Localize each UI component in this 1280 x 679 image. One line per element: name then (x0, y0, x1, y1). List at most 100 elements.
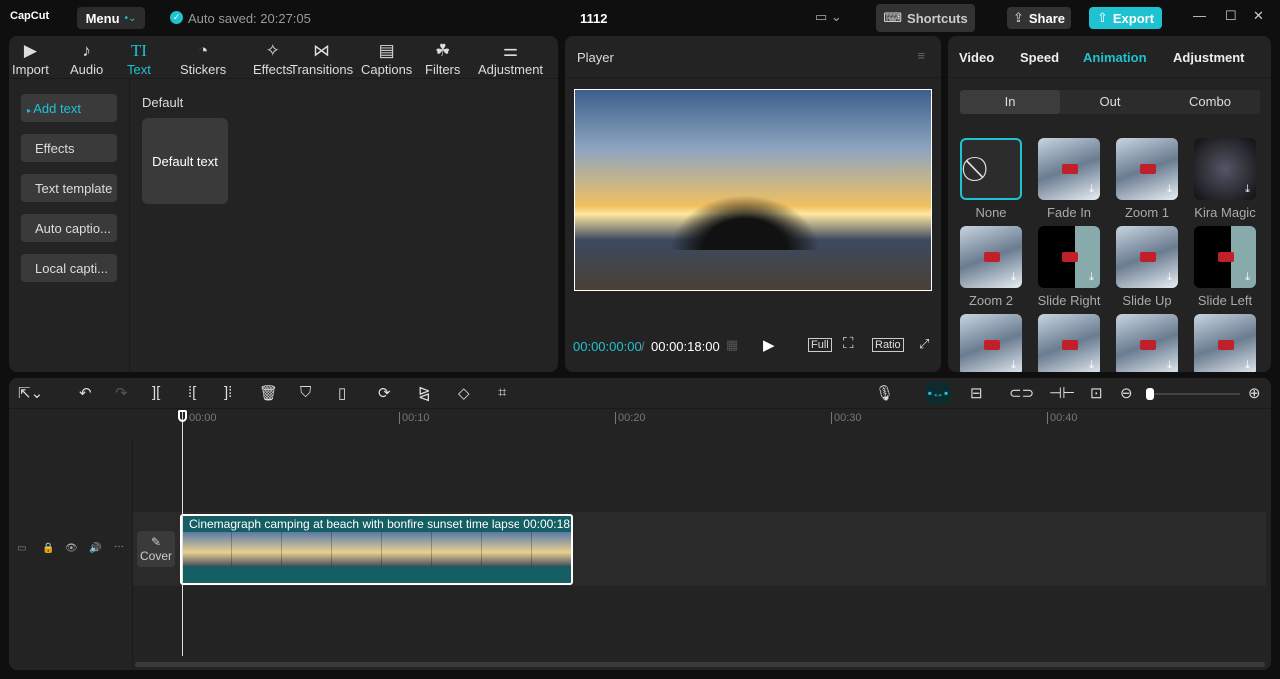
export-button[interactable]: ⇧ Export (1089, 7, 1162, 29)
track-visibility-icon[interactable]: 👁 (65, 543, 78, 554)
tab-speed[interactable]: Speed (1020, 50, 1059, 65)
microphone-icon[interactable]: 🎙 (875, 384, 894, 402)
animation-preset[interactable]: ⤓ (1194, 314, 1256, 372)
playhead-handle[interactable] (178, 410, 187, 422)
animation-fade-in[interactable]: ⤓ (1038, 138, 1100, 200)
main-track-magnet-icon[interactable]: ▪↔▪ (926, 382, 950, 404)
split-right-icon[interactable]: ]⁞ (224, 384, 232, 401)
tab-stickers[interactable]: ◔ Stickers (180, 40, 226, 77)
anim-tab-in[interactable]: In (960, 90, 1060, 114)
zoom-fit-timeline-icon[interactable]: ⊡ (1090, 384, 1103, 402)
tab-adjustment[interactable]: Adjustment (1173, 50, 1245, 65)
tab-label: Audio (70, 62, 104, 77)
sidebar-item[interactable]: Auto captio... (21, 214, 117, 242)
zoom-slider-handle[interactable] (1146, 388, 1154, 400)
animation-kira-magic[interactable]: ⤓ (1194, 138, 1256, 200)
shortcuts-button[interactable]: ⌨ Shortcuts (876, 4, 975, 32)
video-preview[interactable] (574, 89, 932, 291)
clip-duration: 00:00:18 (519, 517, 571, 531)
animation-slide-up[interactable]: ⤓ (1116, 226, 1178, 288)
sidebar-item[interactable]: Text template (21, 174, 117, 202)
tab-import[interactable]: ▶ Import (12, 40, 49, 77)
zoom-out-icon[interactable]: ⊖ (1120, 384, 1133, 402)
layout-icon[interactable]: ▭ ⌄ (815, 9, 842, 25)
fullscreen-icon[interactable]: ⤢ (919, 336, 929, 352)
tab-animation[interactable]: Animation (1083, 50, 1147, 65)
animation-preset[interactable]: ⤓ (1116, 314, 1178, 372)
marker-icon[interactable]: ⛉ (300, 384, 311, 401)
video-clip[interactable]: Cinemagraph camping at beach with bonfir… (180, 514, 573, 585)
zoom-fit-icon[interactable]: ⛶ (843, 335, 854, 352)
animation-slide-left[interactable]: ⤓ (1194, 226, 1256, 288)
track-audio-icon[interactable]: 🔊 (89, 543, 101, 554)
track-video-icon[interactable]: ▭ (17, 543, 26, 554)
redo-icon[interactable]: ↷ (115, 384, 128, 402)
animation-label: Slide Left (1197, 293, 1253, 308)
playhead[interactable] (182, 412, 183, 656)
time-tick: 00:20 (615, 412, 646, 424)
player-menu-icon[interactable]: ≡ (917, 48, 925, 63)
snap-icon[interactable]: ⊟ (970, 384, 983, 402)
animation-none[interactable]: ⃠ (960, 138, 1022, 200)
tab-video[interactable]: Video (959, 50, 994, 65)
close-button[interactable]: ✕ (1253, 8, 1264, 24)
sidebar-item[interactable]: Effects (21, 134, 117, 162)
sidebar-item-label: Add text (33, 101, 81, 116)
full-button[interactable]: Full (808, 338, 832, 352)
crop-icon[interactable]: ⌗ (498, 384, 506, 401)
zoom-slider[interactable] (1146, 388, 1240, 400)
horizontal-scrollbar[interactable] (135, 662, 1265, 667)
tab-label: Effects (253, 62, 293, 77)
tab-adjustment[interactable]: ⚌ Adjustment (478, 40, 543, 77)
freeze-icon[interactable]: ▯ (338, 384, 346, 402)
split-preview-icon[interactable]: ⊣⊢ (1049, 384, 1075, 402)
select-tool-icon[interactable]: ⇱⌄ (18, 384, 43, 402)
zoom-in-icon[interactable]: ⊕ (1248, 384, 1261, 402)
audio-icon: ♪ (82, 41, 91, 60)
rotate-icon[interactable]: ◇ (458, 384, 470, 402)
undo-icon[interactable]: ↶ (79, 384, 92, 402)
animation-zoom-1[interactable]: ⤓ (1116, 138, 1178, 200)
sidebar-item[interactable]: Local capti... (21, 254, 117, 282)
link-icon[interactable]: ⊂⊃ (1009, 384, 1034, 402)
split-icon[interactable]: ][ (152, 384, 160, 401)
share-button[interactable]: ⇪ Share (1007, 7, 1071, 29)
maximize-button[interactable]: ☐ (1225, 8, 1237, 24)
ratio-button[interactable]: Ratio (872, 338, 904, 352)
download-icon: ⤓ (1089, 359, 1094, 371)
grid-icon[interactable]: ▦ (726, 337, 738, 353)
player-panel: Player ≡ 00:00:00:00 / 00:00:18:00 ▦ ▶ F… (565, 36, 941, 372)
tab-transitions[interactable]: ⋈ Transitions (290, 40, 353, 77)
track-more-icon[interactable]: ··· (114, 541, 124, 552)
menu-button[interactable]: Menu •⌄ (77, 7, 145, 29)
anim-tab-combo[interactable]: Combo (1160, 90, 1260, 114)
anim-tab-label: Out (1099, 94, 1121, 109)
tab-filters[interactable]: ☘ Filters (425, 40, 460, 77)
default-text-card[interactable]: Default text (142, 118, 228, 204)
play-button[interactable]: ▶ (763, 336, 775, 354)
animation-slide-right[interactable]: ⤓ (1038, 226, 1100, 288)
anim-tab-out[interactable]: Out (1060, 90, 1160, 114)
delete-icon[interactable]: 🗑 (259, 384, 278, 402)
adjustment-icon: ⚌ (502, 41, 519, 60)
effects-icon: ✧ (265, 41, 280, 60)
minimize-button[interactable]: — (1193, 8, 1206, 23)
download-icon: ⤓ (1011, 359, 1016, 371)
sidebar-item[interactable]: ▸ Add text (21, 94, 117, 122)
animation-zoom-2[interactable]: ⤓ (960, 226, 1022, 288)
animation-preset[interactable]: ⤓ (1038, 314, 1100, 372)
tab-effects[interactable]: ✧ Effects (253, 40, 293, 77)
reverse-icon[interactable]: ⟳ (378, 384, 391, 402)
captions-icon: ▤ (378, 41, 395, 60)
tab-captions[interactable]: ▤ Captions (361, 40, 412, 77)
track-lock-icon[interactable]: 🔒 (42, 543, 54, 554)
animation-label: Slide Up (1122, 293, 1172, 308)
anim-tab-label: In (1004, 94, 1016, 109)
split-left-icon[interactable]: ⁞[ (188, 384, 196, 401)
mirror-icon[interactable]: ⧎ (418, 384, 431, 402)
tab-text[interactable]: TI Text (127, 40, 151, 77)
animation-preset[interactable]: ⤓ (960, 314, 1022, 372)
keyboard-icon: ⌨ (883, 10, 903, 25)
tab-audio[interactable]: ♪ Audio (70, 40, 103, 77)
cover-button[interactable]: ✎Cinemagraph camping at beach with bonfi… (137, 531, 175, 567)
